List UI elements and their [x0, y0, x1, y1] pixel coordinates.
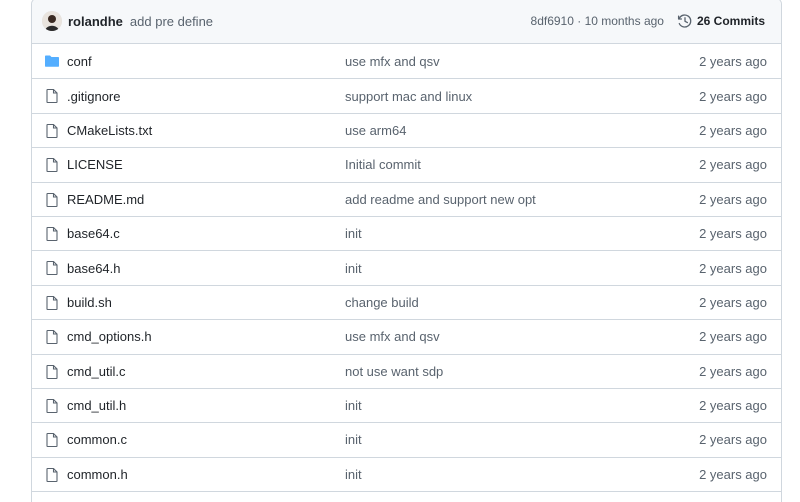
file-age: 2 years ago — [699, 329, 767, 345]
file-name-link[interactable]: base64.c — [67, 226, 120, 241]
file-list: conf use mfx and qsv 2 years ago .gitignore… — [32, 44, 781, 502]
file-name-link[interactable]: common.h — [67, 467, 128, 482]
file-commit-message-link[interactable]: init — [345, 432, 362, 447]
file-row[interactable]: base64.c init 2 years ago — [32, 215, 781, 250]
file-age: 2 years ago — [699, 260, 767, 276]
commit-message-link[interactable]: add pre define — [130, 14, 213, 29]
file-commit-message-link[interactable]: init — [345, 226, 362, 241]
commit-author-link[interactable]: rolandhe — [68, 14, 123, 29]
file-commit-message-link[interactable]: use mfx and qsv — [345, 54, 440, 69]
file-age: 2 years ago — [699, 294, 767, 310]
file-name-link[interactable]: CMakeLists.txt — [67, 123, 152, 138]
file-name-link[interactable]: base64.h — [67, 261, 121, 276]
file-age: 2 years ago — [699, 398, 767, 414]
file-row[interactable]: cmd_util.h init 2 years ago — [32, 387, 781, 422]
commit-sha-time[interactable]: 8df6910 · 10 months ago — [531, 14, 664, 28]
file-age: 2 years ago — [699, 191, 767, 207]
file-commit-message-link[interactable]: init — [345, 467, 362, 482]
file-commit-message-link[interactable]: init — [345, 261, 362, 276]
file-age: 2 years ago — [699, 53, 767, 69]
latest-commit-bar: rolandhe add pre define 8df6910 · 10 mon… — [32, 0, 781, 44]
file-commit-message-link[interactable]: Initial commit — [345, 157, 421, 172]
file-row[interactable]: base64.h init 2 years ago — [32, 250, 781, 284]
file-name-link[interactable]: cmd_util.h — [67, 398, 126, 413]
file-name-link[interactable]: cmd_options.h — [67, 329, 152, 344]
file-row[interactable]: CMakeLists.txt use arm64 2 years ago — [32, 112, 781, 147]
file-commit-message-link[interactable]: use arm64 — [345, 123, 406, 138]
file-name-link[interactable]: cmd_util.c — [67, 364, 126, 379]
file-age: 2 years ago — [699, 363, 767, 379]
file-age: 2 years ago — [699, 226, 767, 242]
file-name-link[interactable]: build.sh — [67, 295, 112, 310]
file-age: 2 years ago — [699, 88, 767, 104]
user-avatar[interactable] — [42, 11, 62, 31]
file-name-link[interactable]: LICENSE — [67, 157, 123, 172]
file-name-link[interactable]: conf — [67, 54, 92, 69]
file-row[interactable]: common.h init 2 years ago — [32, 456, 781, 491]
file-row[interactable]: .gitignore support mac and linux 2 years a… — [32, 78, 781, 112]
file-row[interactable]: LICENSE Initial commit 2 years ago — [32, 147, 781, 181]
file-age: 2 years ago — [699, 122, 767, 138]
commits-count-link[interactable]: 26 Commits — [697, 14, 765, 28]
file-row[interactable]: cmd_util.c not use want sdp 2 years ago — [32, 353, 781, 388]
file-browser: rolandhe add pre define 8df6910 · 10 mon… — [31, 0, 782, 502]
file-age: 2 years ago — [699, 432, 767, 448]
file-row[interactable]: common.c init 2 years ago — [32, 422, 781, 456]
file-commit-message-link[interactable]: change build — [345, 295, 419, 310]
file-commit-message-link[interactable]: init — [345, 398, 362, 413]
file-name-link[interactable]: .gitignore — [67, 89, 120, 104]
file-name-link[interactable]: common.c — [67, 432, 127, 447]
file-commit-message-link[interactable]: support mac and linux — [345, 89, 472, 104]
file-commit-message-link[interactable]: use mfx and qsv — [345, 329, 440, 344]
file-commit-message-link[interactable]: add readme and support new opt — [345, 192, 536, 207]
file-row[interactable]: build.sh change build 2 years ago — [32, 284, 781, 319]
file-row[interactable] — [32, 491, 781, 502]
file-name-link[interactable]: README.md — [67, 192, 144, 207]
file-row[interactable]: README.md add readme and support new opt 2… — [32, 181, 781, 216]
file-age: 2 years ago — [699, 466, 767, 482]
file-age: 2 years ago — [699, 157, 767, 173]
file-row[interactable]: cmd_options.h use mfx and qsv 2 years ago — [32, 319, 781, 353]
history-clock-icon — [677, 14, 692, 28]
file-row[interactable]: conf use mfx and qsv 2 years ago — [32, 44, 781, 78]
file-commit-message-link[interactable]: not use want sdp — [345, 364, 443, 379]
